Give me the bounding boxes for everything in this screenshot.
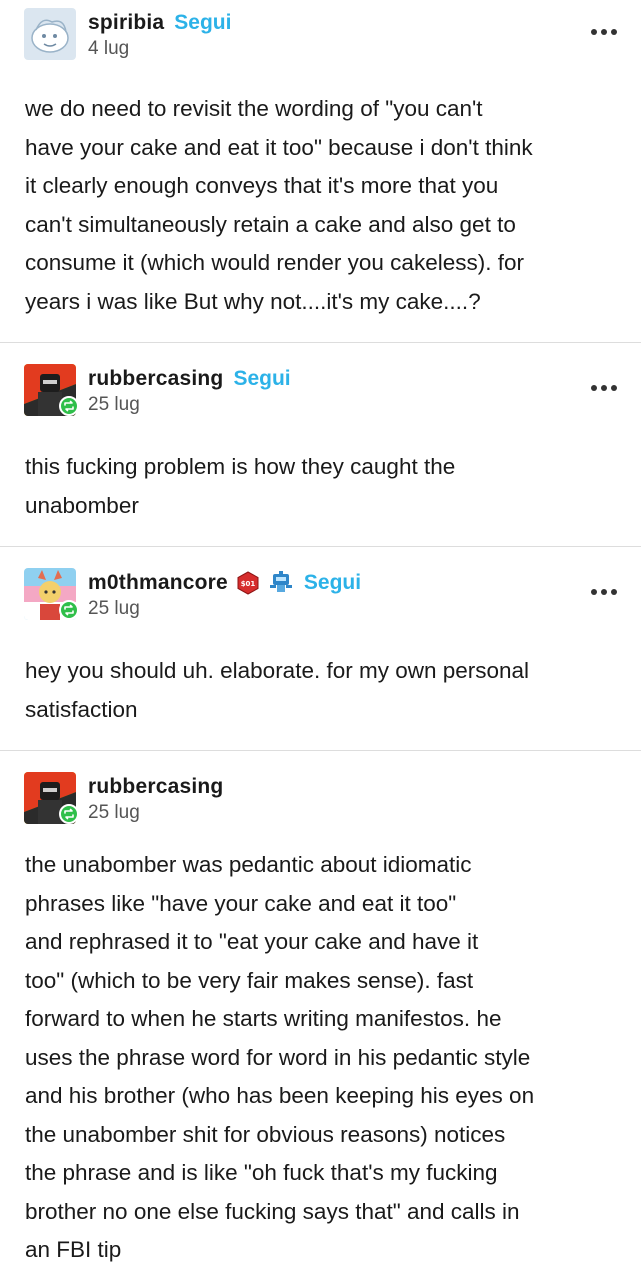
post-header: m0thmancore $01 Segui 25 lug (24, 568, 617, 624)
post-4: rubbercasing 25 lug the unabomber was pe… (0, 772, 641, 1272)
follow-button[interactable]: Segui (233, 367, 290, 391)
text-line: forward to when he starts writing manife… (25, 1006, 502, 1031)
post-date: 4 lug (88, 38, 130, 59)
more-options-icon[interactable] (591, 384, 617, 392)
more-options-icon[interactable] (591, 588, 617, 596)
badge-text: $01 (241, 580, 256, 588)
text-line: have your cake and eat it too" because i… (25, 134, 533, 160)
text-line: years i was like But why not....it's my … (25, 288, 481, 314)
text-line: consume it (which would render you cakel… (25, 250, 524, 275)
post-body: hey you should uh. elaborate. for my own… (25, 652, 617, 729)
text-line: brother no one else fucking says that" a… (25, 1198, 520, 1224)
post-header: rubbercasing Segui 25 lug (24, 364, 617, 420)
username[interactable]: rubbercasing (88, 367, 223, 391)
post-3: m0thmancore $01 Segui 25 lug hey you sho… (0, 568, 641, 738)
text-line: we do need to revisit the wording of "yo… (25, 96, 483, 121)
username[interactable]: m0thmancore (88, 571, 228, 595)
avatar-image (24, 8, 76, 60)
divider (0, 342, 641, 343)
text-line: phrases like "have your cake and eat it … (25, 890, 457, 916)
divider (0, 750, 641, 751)
post-date: 25 lug (88, 802, 140, 823)
more-options-icon[interactable] (591, 28, 617, 36)
divider (0, 546, 641, 547)
post-body: we do need to revisit the wording of "yo… (25, 90, 617, 321)
reblog-icon (59, 804, 79, 824)
post-header: spiribia Segui 4 lug (24, 8, 617, 64)
text-line: uses the phrase word for word in his ped… (25, 1044, 531, 1070)
username[interactable]: rubbercasing (88, 775, 223, 799)
post-body: this fucking problem is how they caught … (25, 448, 617, 525)
post-date: 25 lug (88, 598, 140, 619)
text-line: and his brother (who has been keeping hi… (25, 1083, 535, 1108)
post-body: the unabomber was pedantic about idiomat… (25, 846, 617, 1270)
post-header: rubbercasing 25 lug (24, 772, 617, 828)
text-line: the unabomber shit for obvious reasons) … (25, 1121, 506, 1147)
text-line: an FBI tip (25, 1237, 122, 1262)
post-1: spiribia Segui 4 lug we do need to revis… (0, 8, 641, 328)
robot-badge-icon[interactable] (268, 570, 294, 596)
follow-button[interactable]: Segui (174, 11, 231, 35)
text-line: too" (which to be very fair makes sense)… (25, 967, 474, 993)
reblog-icon (59, 396, 79, 416)
follow-button[interactable]: Segui (304, 571, 361, 595)
hexagon-badge-icon[interactable]: $01 (236, 571, 260, 595)
reblog-icon (59, 600, 79, 620)
text-line: this fucking problem is how they caught … (25, 454, 456, 479)
avatar[interactable] (24, 8, 76, 60)
post-date: 25 lug (88, 394, 140, 415)
text-line: it clearly enough conveys that it's more… (25, 173, 499, 198)
text-line: hey you should uh. elaborate. for my own… (25, 658, 530, 683)
post-2: rubbercasing Segui 25 lug this fucking p… (0, 364, 641, 534)
text-line: can't simultaneously retain a cake and a… (25, 211, 516, 237)
text-line: and rephrased it to "eat your cake and h… (25, 929, 479, 954)
text-line: unabomber (25, 492, 139, 518)
text-line: the unabomber was pedantic about idiomat… (25, 852, 472, 877)
text-line: satisfaction (25, 696, 138, 722)
text-line: the phrase and is like "oh fuck that's m… (25, 1160, 498, 1185)
username[interactable]: spiribia (88, 11, 164, 35)
